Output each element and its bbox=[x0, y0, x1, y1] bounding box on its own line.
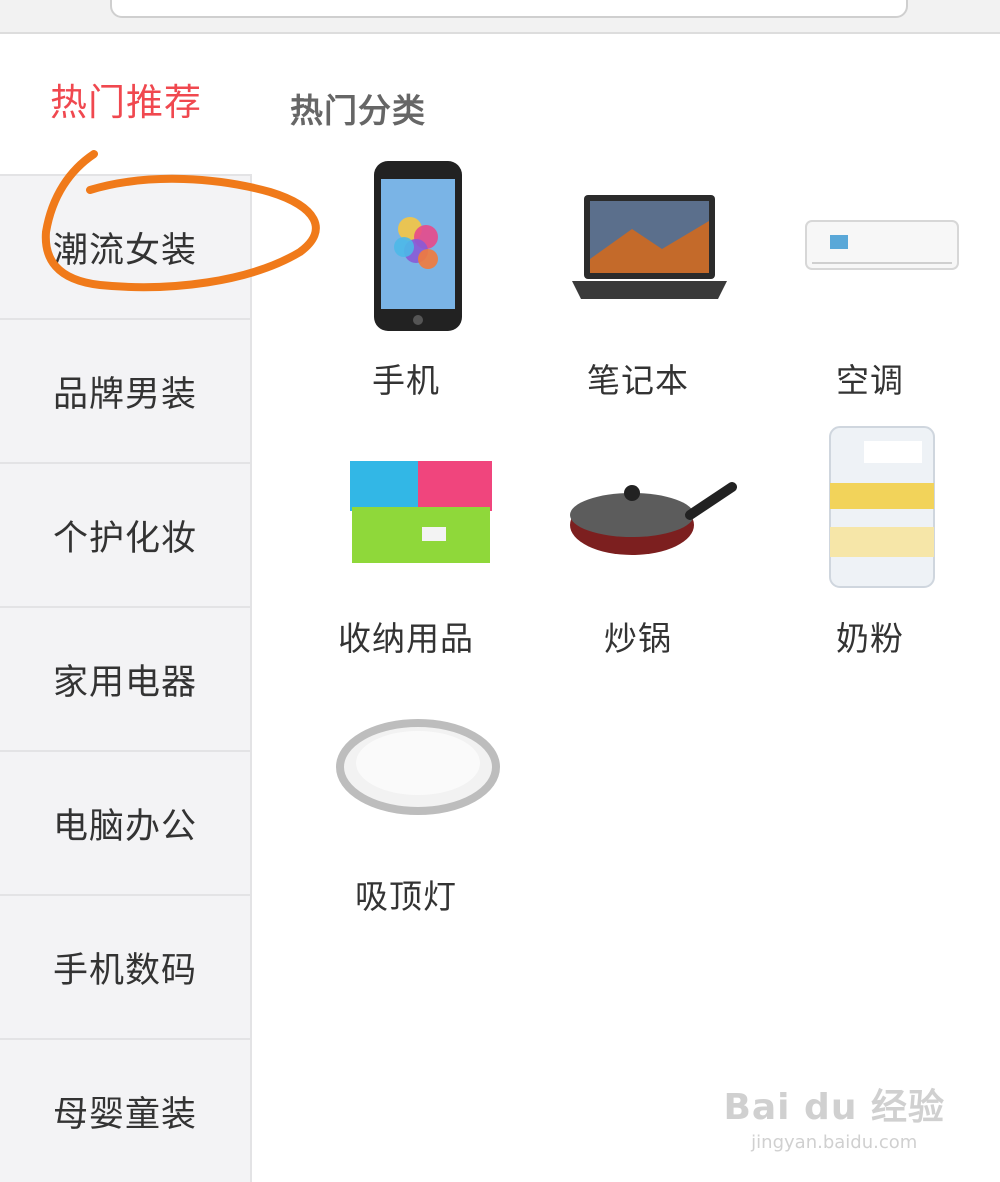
sidebar-item-label: 手机数码 bbox=[52, 950, 197, 991]
product-label: 空调 bbox=[836, 361, 904, 400]
wok-image bbox=[562, 417, 737, 592]
product-label: 手机 bbox=[372, 361, 440, 400]
smartphone-image bbox=[330, 159, 505, 334]
watermark-url: jingyan.baidu.com bbox=[751, 1132, 918, 1153]
sidebar-item-mother-baby[interactable]: 母婴童装 bbox=[0, 1038, 252, 1182]
sidebar-item-womens-fashion[interactable]: 潮流女装 bbox=[0, 174, 252, 318]
product-label: 炒锅 bbox=[604, 619, 672, 658]
sidebar-item-hot-recommend[interactable]: 热门推荐 bbox=[0, 34, 252, 174]
sidebar-item-personal-care[interactable]: 个护化妆 bbox=[0, 462, 252, 606]
product-label: 吸顶灯 bbox=[355, 877, 457, 916]
storage-box-image bbox=[330, 417, 505, 592]
product-tile-air-conditioner[interactable]: 空调 bbox=[754, 159, 986, 400]
product-tile-milk-powder[interactable]: 奶粉 bbox=[754, 417, 986, 658]
sidebar-item-home-appliances[interactable]: 家用电器 bbox=[0, 606, 252, 750]
product-label: 奶粉 bbox=[836, 619, 904, 658]
search-box[interactable] bbox=[110, 0, 908, 18]
sidebar-item-label: 品牌男装 bbox=[52, 374, 197, 415]
milk-powder-image bbox=[794, 417, 969, 592]
sidebar-item-label: 热门推荐 bbox=[50, 81, 202, 124]
sidebar-item-mens-brand[interactable]: 品牌男装 bbox=[0, 318, 252, 462]
product-tile-phone[interactable]: 手机 bbox=[290, 159, 522, 400]
product-tile-wok[interactable]: 炒锅 bbox=[522, 417, 754, 658]
laptop-image bbox=[562, 159, 737, 334]
sidebar-item-label: 母婴童装 bbox=[52, 1094, 197, 1135]
baidu-watermark: Bai du 经验 jingyan.baidu.com bbox=[723, 1078, 945, 1153]
watermark-logo: Bai du 经验 bbox=[723, 1087, 945, 1128]
ceiling-lamp-image bbox=[330, 675, 505, 850]
sidebar-item-mobile-digital[interactable]: 手机数码 bbox=[0, 894, 252, 1038]
product-tile-storage[interactable]: 收纳用品 bbox=[290, 417, 522, 658]
sidebar-item-label: 个护化妆 bbox=[52, 518, 197, 559]
sidebar-item-computer-office[interactable]: 电脑办公 bbox=[0, 750, 252, 894]
product-tile-laptop[interactable]: 笔记本 bbox=[522, 159, 754, 400]
main-content: 热门分类 手机 笔记本 空调 收纳用品 炒锅 奶粉 吸顶灯 bbox=[252, 34, 1000, 1181]
product-label: 笔记本 bbox=[587, 361, 689, 400]
category-sidebar: 热门推荐 潮流女装 品牌男装 个护化妆 家用电器 电脑办公 手机数码 母婴童装 bbox=[0, 34, 252, 1182]
sidebar-item-label: 潮流女装 bbox=[52, 230, 197, 271]
sidebar-item-label: 家用电器 bbox=[52, 662, 197, 703]
product-label: 收纳用品 bbox=[338, 619, 474, 658]
top-bar bbox=[0, 0, 1000, 34]
air-conditioner-image bbox=[794, 159, 969, 334]
product-tile-ceiling-lamp[interactable]: 吸顶灯 bbox=[290, 675, 522, 916]
sidebar-item-label: 电脑办公 bbox=[52, 806, 197, 847]
section-title: 热门分类 bbox=[290, 91, 426, 130]
